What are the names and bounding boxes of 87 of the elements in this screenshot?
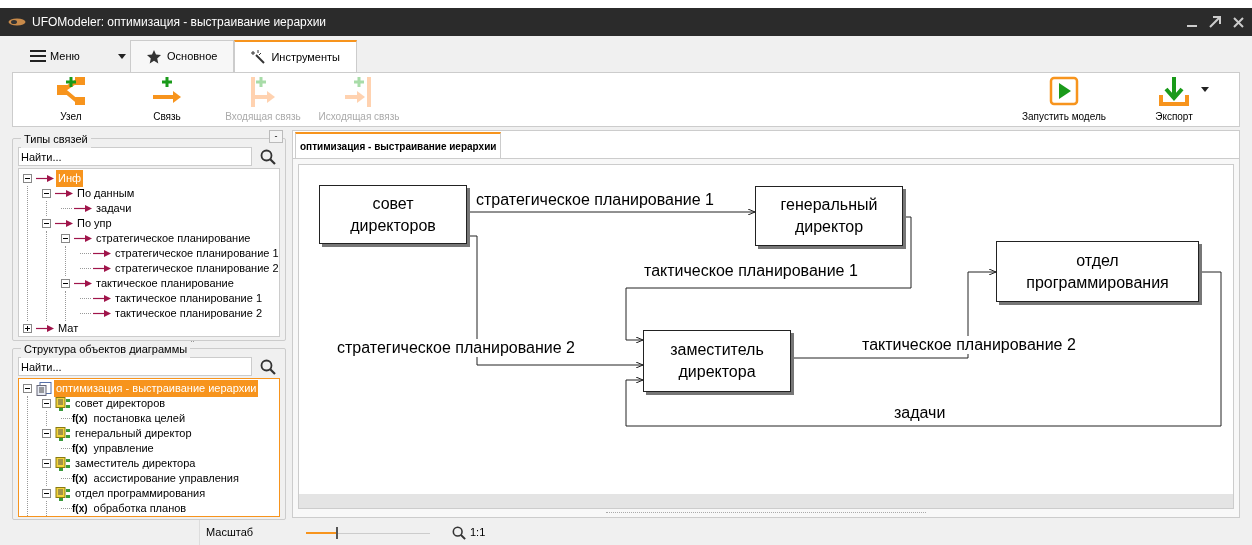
menu-icon (30, 50, 46, 62)
arrow-icon (36, 325, 54, 332)
tree-item[interactable]: стратегическое планирование 1 (113, 245, 281, 262)
play-icon (1048, 75, 1080, 107)
collapse-icon[interactable] (61, 279, 70, 288)
star-icon (147, 49, 161, 64)
arrow-icon (93, 310, 111, 317)
arrow-icon (74, 280, 92, 287)
search-icon[interactable] (260, 358, 276, 375)
search-field[interactable]: Найти... (18, 147, 252, 166)
collapse-icon[interactable] (42, 429, 51, 438)
collapse-icon[interactable] (42, 489, 51, 498)
collapse-icon[interactable] (61, 234, 70, 243)
download-icon (1158, 75, 1190, 107)
collapse-icon[interactable] (42, 219, 51, 228)
function-icon: f(x) (72, 413, 88, 424)
arrow-icon (74, 205, 92, 212)
connector-label: тактическое планирование 1 (643, 262, 859, 280)
toolbar-button[interactable]: Узел (23, 75, 119, 124)
toolbar-button[interactable]: Связь (119, 75, 215, 124)
arrow-icon (55, 220, 73, 227)
tree-item[interactable]: тактическое планирование 1 (113, 290, 265, 307)
object-icon (55, 426, 71, 441)
panel-title: Структура объектов диаграммы (21, 341, 191, 358)
collapse-icon[interactable] (23, 174, 32, 183)
zoom-reading: 1:1 (470, 525, 486, 541)
tree-item[interactable]: По упр (75, 215, 114, 232)
object-icon (55, 396, 71, 411)
tree-item[interactable]: генеральный директор (73, 425, 194, 442)
maximize-icon[interactable] (1209, 16, 1221, 28)
object-icon (55, 456, 71, 471)
search-icon[interactable] (260, 148, 276, 165)
connector-label: стратегическое планирование 2 (336, 339, 576, 357)
document-tab[interactable]: оптимизация - выстраивание иерархии (295, 132, 502, 158)
arrow-icon (93, 265, 111, 272)
diagram-node[interactable]: отдел программирования (996, 241, 1199, 302)
tab[interactable]: Инструменты (234, 40, 357, 72)
tree-item[interactable]: постановка целей (91, 410, 188, 427)
collapse-icon[interactable] (42, 189, 51, 198)
search-field[interactable]: Найти... (18, 357, 252, 376)
tree-item[interactable]: стратегическое планирование (94, 230, 253, 247)
tree-item[interactable]: совет директоров (73, 395, 168, 412)
tree-item[interactable]: стратегическое планирование 2 (113, 260, 281, 277)
arrow-icon (36, 175, 54, 182)
toolbar-button[interactable]: Запустить модель (1009, 75, 1119, 124)
menu-button[interactable]: Меню (30, 40, 130, 72)
diagram-node[interactable]: генеральный директор (755, 186, 903, 246)
zoom-slider[interactable] (306, 526, 430, 539)
tree-item[interactable]: ассистирование управления (91, 470, 241, 487)
function-icon: f(x) (72, 503, 88, 514)
diagram-icon (36, 381, 52, 396)
diagram-node[interactable]: совет директоров (319, 185, 467, 244)
node-add-icon (55, 75, 87, 107)
tree-item[interactable]: заместитель директора (73, 455, 198, 472)
collapse-button[interactable]: - (269, 130, 283, 143)
tab[interactable]: Основное (130, 40, 235, 72)
collapse-icon[interactable] (42, 459, 51, 468)
arrow-icon (55, 190, 73, 197)
diagram-node[interactable]: заместитель директора (643, 330, 791, 392)
window-title: UFOModeler: оптимизация - выстраивание иерархии (32, 14, 327, 31)
collapse-icon[interactable] (42, 399, 51, 408)
app-logo-icon (8, 18, 26, 26)
close-icon[interactable] (1233, 16, 1244, 28)
zoom-label: Масштаб (206, 525, 255, 541)
tree-item[interactable]: отдел программирования (73, 485, 208, 502)
function-icon: f(x) (72, 443, 88, 454)
arrow-icon (74, 235, 92, 242)
object-icon (55, 486, 71, 501)
search-icon[interactable] (452, 525, 466, 540)
function-icon: f(x) (72, 473, 88, 484)
arrow-icon (93, 250, 111, 257)
tree-item[interactable]: тактическое планирование (94, 275, 236, 292)
magic-wand-icon (251, 50, 266, 64)
tree-item[interactable]: тактическое планирование 2 (113, 305, 265, 322)
tree-item[interactable]: Мат (56, 320, 81, 337)
arrow-icon (93, 295, 111, 302)
collapse-icon[interactable] (23, 384, 32, 393)
toolbar-button[interactable]: Экспорт (1119, 75, 1229, 124)
tree-item[interactable]: управление (91, 440, 156, 457)
connector-label: тактическое планирование 2 (861, 336, 1077, 354)
connector-label: стратегическое планирование 1 (475, 191, 715, 209)
tree-item[interactable]: По данным (75, 185, 137, 202)
horizontal-scrollbar[interactable] (299, 494, 1233, 508)
tree-item[interactable]: задачи (94, 200, 134, 217)
tree-item[interactable]: обработка планов (91, 500, 189, 517)
expand-icon[interactable] (23, 324, 32, 333)
caret-icon (118, 53, 126, 59)
